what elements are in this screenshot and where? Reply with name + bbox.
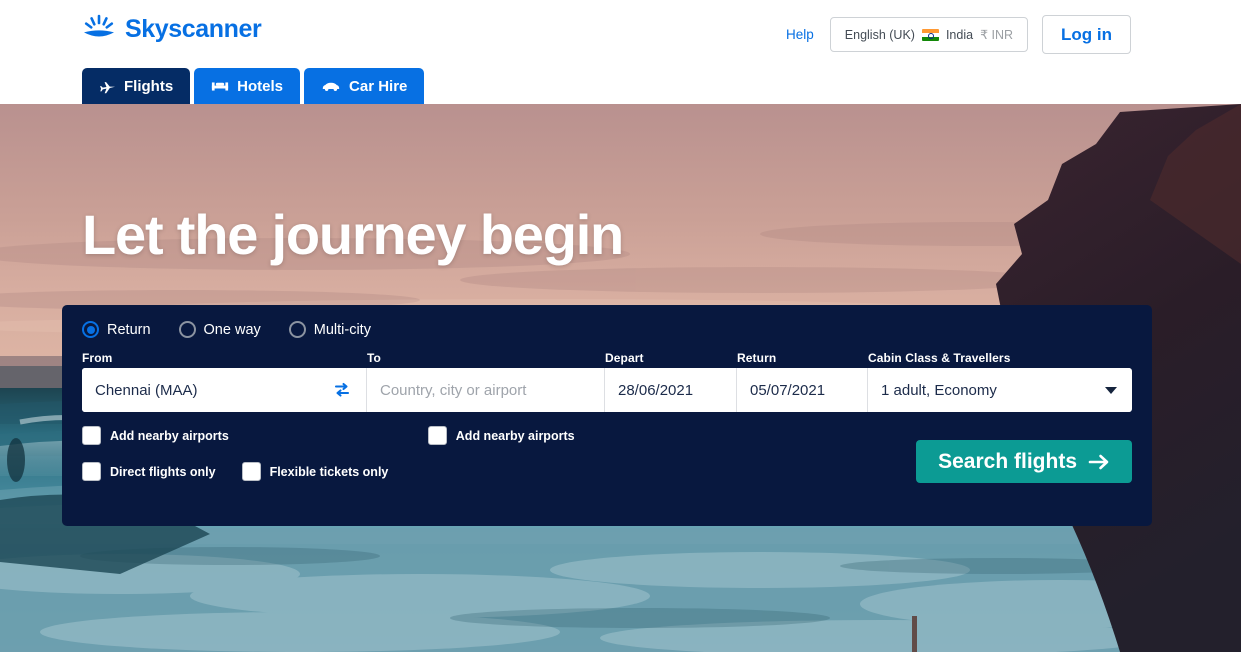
tab-hotels[interactable]: Hotels [194,68,301,104]
trip-type-multi-city-label: Multi-city [313,321,371,338]
site-header: Skyscanner Help English (UK) India ₹ INR… [0,0,1241,104]
tab-hotels-label: Hotels [237,77,284,95]
swap-arrows-icon[interactable] [331,382,353,398]
plane-icon [100,81,116,93]
checkbox-nearby-to[interactable]: Add nearby airports [427,426,575,445]
search-flights-label: Search flights [938,449,1077,473]
cabin-travellers-value: 1 adult, Economy [881,381,997,399]
origin-field[interactable]: Chennai (MAA) [82,368,367,412]
help-link[interactable]: Help [784,23,816,46]
car-icon [322,82,340,91]
trip-type-one-way-label: One way [203,321,261,338]
label-to: To [367,351,381,365]
tab-car-hire[interactable]: Car Hire [304,68,425,104]
depart-date-value: 28/06/2021 [618,381,694,399]
trip-type-return[interactable]: Return [82,321,151,338]
skyscanner-logo[interactable]: Skyscanner [82,14,262,44]
swap-arrows-glyph [334,382,350,397]
locale-language: English (UK) [844,27,915,42]
hero-section: Let the journey begin Return One way Mul… [0,104,1241,652]
checkbox-direct-only-label: Direct flights only [110,464,216,479]
india-flag-icon [921,28,939,41]
locale-country: India [945,27,974,42]
label-from: From [82,351,113,365]
trip-type-multi-city[interactable]: Multi-city [288,321,371,338]
chevron-down-icon[interactable] [1105,386,1117,394]
origin-value: Chennai (MAA) [95,381,198,399]
destination-placeholder: Country, city or airport [380,381,527,399]
header-actions: Help English (UK) India ₹ INR Log in [784,15,1131,54]
locale-selector[interactable]: English (UK) India ₹ INR [829,17,1029,52]
trip-type-one-way[interactable]: One way [178,321,261,338]
locale-currency: ₹ INR [980,28,1014,42]
field-labels-row: From To Depart Return Cabin Class & Trav… [82,351,1132,365]
destination-field[interactable]: Country, city or airport [367,368,605,412]
label-cabin: Cabin Class & Travellers [868,351,1011,365]
page-root: Let the journey begin Return One way Mul… [0,0,1241,652]
label-depart: Depart [605,351,644,365]
checkbox-nearby-to-box[interactable] [427,426,447,445]
radio-return-icon[interactable] [82,321,99,338]
checkbox-nearby-to-label: Add nearby airports [455,428,575,443]
radio-multi-city-icon[interactable] [288,321,306,338]
return-date-field[interactable]: 05/07/2021 [737,368,868,412]
checkbox-direct-only[interactable]: Direct flights only [82,462,216,481]
page-title: Let the journey begin [82,203,624,266]
return-date-value: 05/07/2021 [750,381,826,399]
checkbox-flexible-only-label: Flexible tickets only [269,464,389,479]
primary-nav-tabs: Flights Hotels Car Hire [82,68,425,104]
sunburst-horizon-icon [84,14,114,37]
tab-flights[interactable]: Flights [82,68,191,104]
brand-name: Skyscanner [125,15,262,43]
depart-date-field[interactable]: 28/06/2021 [605,368,737,412]
checkbox-flexible-only-box[interactable] [241,462,261,481]
search-inputs-row: Chennai (MAA) Country, city or airport 2… [82,368,1132,412]
flight-search-panel: Return One way Multi-city From To Depart… [62,305,1152,526]
checkbox-nearby-from[interactable]: Add nearby airports [82,426,229,445]
search-options: Add nearby airports Add nearby airports … [82,426,1132,504]
tab-flights-label: Flights [124,77,174,95]
login-button[interactable]: Log in [1042,15,1131,54]
search-flights-button[interactable]: Search flights [916,440,1132,483]
radio-one-way-icon[interactable] [178,321,196,338]
trip-type-return-label: Return [107,321,151,338]
cabin-travellers-field[interactable]: 1 adult, Economy [868,368,1130,412]
arrow-right-icon [1088,454,1109,469]
checkbox-flexible-only[interactable]: Flexible tickets only [241,462,389,481]
bed-icon [212,81,229,91]
trip-type-group: Return One way Multi-city [82,321,1132,338]
checkbox-nearby-from-label: Add nearby airports [110,428,229,443]
checkbox-nearby-from-box[interactable] [82,426,101,445]
label-return: Return [737,351,777,365]
tab-car-hire-label: Car Hire [349,77,408,95]
checkbox-direct-only-box[interactable] [82,462,101,481]
